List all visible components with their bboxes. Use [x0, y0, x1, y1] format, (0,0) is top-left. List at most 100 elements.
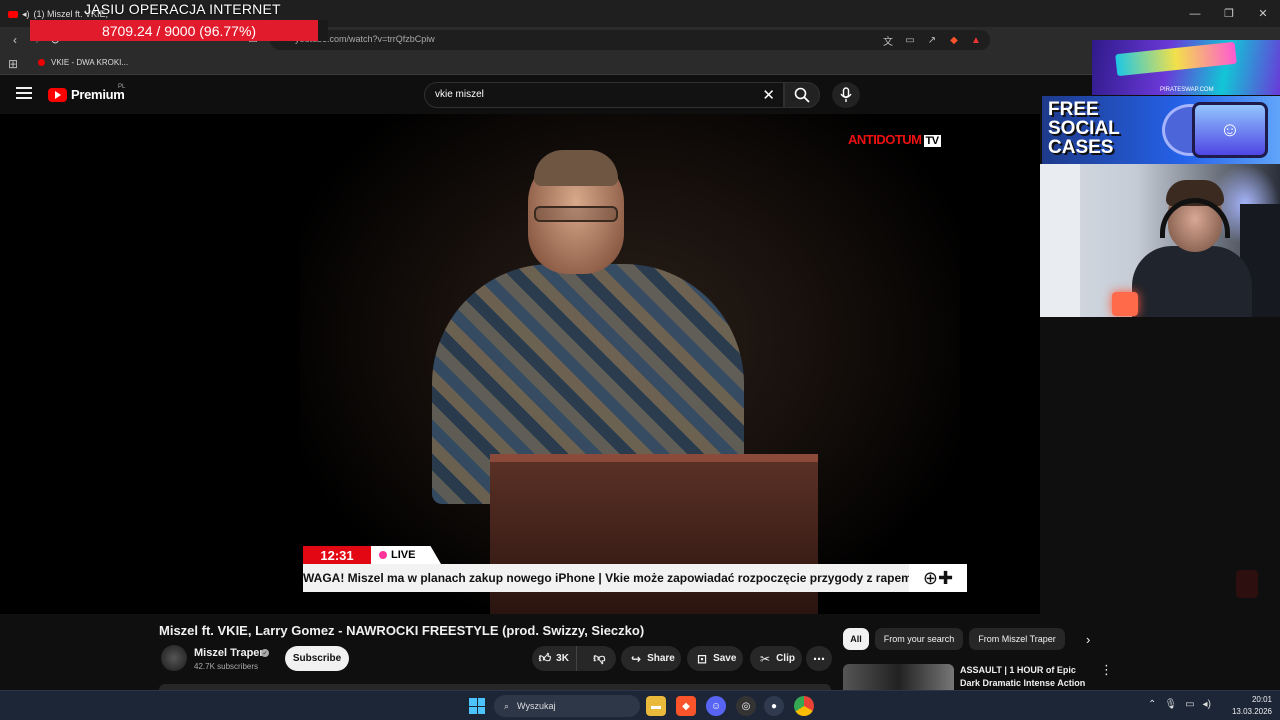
system-clock[interactable]: 20:01 13.03.2026 [1232, 694, 1272, 718]
bookmark-label: VKIE - DWA KROKI... [51, 58, 129, 67]
like-dislike-group: 👍︎ 3K 👎︎ [532, 646, 616, 671]
live-text: LIVE [391, 549, 416, 561]
pirateswap-label: PIRATESWAP.COM [1160, 87, 1214, 93]
share-label: Share [647, 653, 675, 664]
news-ticker: WAGA! Miszel ma w planach zakup nowego i… [303, 564, 967, 592]
search-button[interactable] [784, 82, 820, 108]
video-person-hair [534, 150, 618, 186]
obs-icon[interactable]: ◎ [736, 696, 756, 716]
chip-from-your-search[interactable]: From your search [875, 628, 963, 650]
thumbs-down-icon: 👎︎ [593, 651, 606, 665]
chip-from-channel[interactable]: From Miszel Traper [969, 628, 1065, 650]
channel-avatar[interactable] [161, 645, 187, 671]
clear-search-icon[interactable]: ✕ [762, 86, 775, 104]
share-icon[interactable]: ↗ [924, 32, 940, 48]
free-cases-ad: FREE SOCIAL CASES ☺ [1042, 96, 1280, 164]
donation-goal-text: 8709.24 / 9000 (96.77%) [101, 22, 257, 39]
windows-taskbar: ⌕ Wyszukaj ▬ ◆ ☺ ◎ ● ⌃ 🎙︎ ▭ ◂) 20:01 13.… [0, 690, 1280, 720]
volume-icon[interactable]: ◂) [1203, 699, 1211, 710]
news-live-badge: LIVE [371, 546, 441, 564]
brave-browser-icon[interactable]: ◆ [676, 696, 696, 716]
bookmark-item[interactable]: VKIE - DWA KROKI... [38, 58, 128, 67]
cast-icon[interactable]: ▭ [902, 32, 918, 48]
video-player[interactable]: ANTIDOTUM TV 12:31 LIVE WAGA! Miszel ma w… [0, 114, 1040, 614]
pirateswap-ad: PIRATESWAP.COM [1092, 40, 1280, 95]
system-tray: ⌃ 🎙︎ ▭ ◂) [1148, 699, 1211, 710]
microphone-icon [840, 87, 852, 102]
live-dot-icon [379, 551, 387, 559]
watermark-text: ANTIDOTUM [848, 132, 922, 147]
restore-icon[interactable]: ❐ [1212, 0, 1246, 27]
video-title: Miszel ft. VKIE, Larry Gomez - NAWROCKI … [159, 623, 645, 638]
streamer-webcam [1040, 164, 1280, 317]
channel-name[interactable]: Miszel Traper [194, 647, 264, 659]
logo-country: PL [118, 84, 126, 90]
thumbs-up-icon: 👍︎ [538, 651, 552, 665]
address-bar-icons: 文 ▭ ↗ ◆ ▲ [880, 32, 984, 48]
webcam-streamer-body [1132, 246, 1252, 317]
youtube-bookmark-icon [38, 59, 45, 66]
clock-time: 20:01 [1251, 695, 1272, 704]
clock-date: 13.03.2026 [1231, 707, 1272, 716]
ticker-logo-icon: ⊕✚ [909, 564, 967, 592]
youtube-header: Premium PL vkie miszel ✕ [0, 76, 1040, 114]
mic-tray-icon[interactable]: 🎙︎ [1164, 699, 1177, 710]
taskbar-search[interactable]: ⌕ Wyszukaj [494, 695, 640, 717]
brave-shield-icon[interactable]: ◆ [946, 32, 962, 48]
windows-start-icon[interactable] [469, 698, 485, 714]
watermark-tv: TV [923, 135, 941, 147]
discord-icon[interactable]: ☺ [706, 696, 726, 716]
more-vertical-icon[interactable]: ⋮ [1100, 662, 1113, 678]
like-count: 3K [556, 653, 569, 664]
voice-search-button[interactable] [832, 82, 860, 108]
file-explorer-icon[interactable]: ▬ [646, 696, 666, 716]
video-person-glasses [534, 206, 618, 222]
more-horizontal-icon: ⋯ [813, 651, 825, 666]
hamburger-menu-icon[interactable] [16, 87, 32, 99]
back-icon[interactable]: ‹ [6, 31, 24, 49]
translate-icon[interactable]: 文 [880, 32, 896, 48]
gun-skin-image [1115, 41, 1237, 77]
recommendation-thumbnail[interactable] [843, 664, 954, 690]
clip-button[interactable]: ✂ Clip [750, 646, 802, 671]
mute-icon[interactable]: ◂) [22, 9, 30, 20]
webcam-background-door [1040, 164, 1080, 317]
share-button[interactable]: ↪ Share [621, 646, 681, 671]
search-value[interactable]: vkie miszel [435, 89, 484, 100]
minimize-icon[interactable]: — [1178, 0, 1212, 27]
search-icon: ⌕ [504, 700, 510, 711]
close-icon[interactable]: ✕ [1246, 0, 1280, 27]
youtube-play-icon [48, 87, 67, 102]
news-time: 12:31 [303, 546, 371, 564]
youtube-premium-logo[interactable]: Premium PL [48, 84, 126, 102]
save-button[interactable]: ⊡ Save [687, 646, 743, 671]
logo-text: Premium [71, 87, 125, 102]
ticker-text: WAGA! Miszel ma w planach zakup nowego i… [303, 571, 912, 585]
subscribe-button[interactable]: Subscribe [285, 646, 349, 671]
chevron-right-icon[interactable]: › [1086, 632, 1090, 647]
clip-label: Clip [776, 653, 795, 664]
address-bar[interactable]: youtube.com/watch?v=trrQfzbCpiw 文 ▭ ↗ ◆ … [270, 30, 990, 50]
channel-watermark: ANTIDOTUM TV [848, 132, 941, 147]
webcam-microphone [1112, 292, 1138, 316]
bookmarks-bar: ⊞ VKIE - DWA KROKI... [0, 53, 1280, 75]
free-cases-text: FREE SOCIAL CASES [1048, 99, 1120, 158]
apps-grid-icon[interactable]: ⊞ [8, 57, 18, 71]
rewards-icon[interactable]: ▲ [968, 32, 984, 48]
subscriber-count: 42.7K subscribers [194, 662, 259, 671]
chrome-icon[interactable] [794, 696, 814, 716]
dislike-button[interactable]: 👎︎ [583, 646, 616, 671]
verified-icon: ✓ [261, 649, 269, 657]
network-icon[interactable]: ▭ [1185, 699, 1194, 710]
share-arrow-icon: ↪ [631, 651, 642, 666]
chip-all[interactable]: All [843, 628, 869, 650]
window-controls: — ❐ ✕ [1178, 0, 1280, 27]
bookmark-save-icon: ⊡ [697, 651, 708, 666]
like-button[interactable]: 👍︎ 3K [532, 646, 577, 671]
stream-overlay-element [1236, 570, 1258, 598]
search-input[interactable]: vkie miszel ✕ [424, 82, 784, 108]
more-actions-button[interactable]: ⋯ [806, 646, 832, 671]
discord-case-icon: ☺ [1192, 102, 1268, 158]
app-icon[interactable]: ● [764, 696, 784, 716]
chevron-up-icon[interactable]: ⌃ [1148, 699, 1156, 710]
